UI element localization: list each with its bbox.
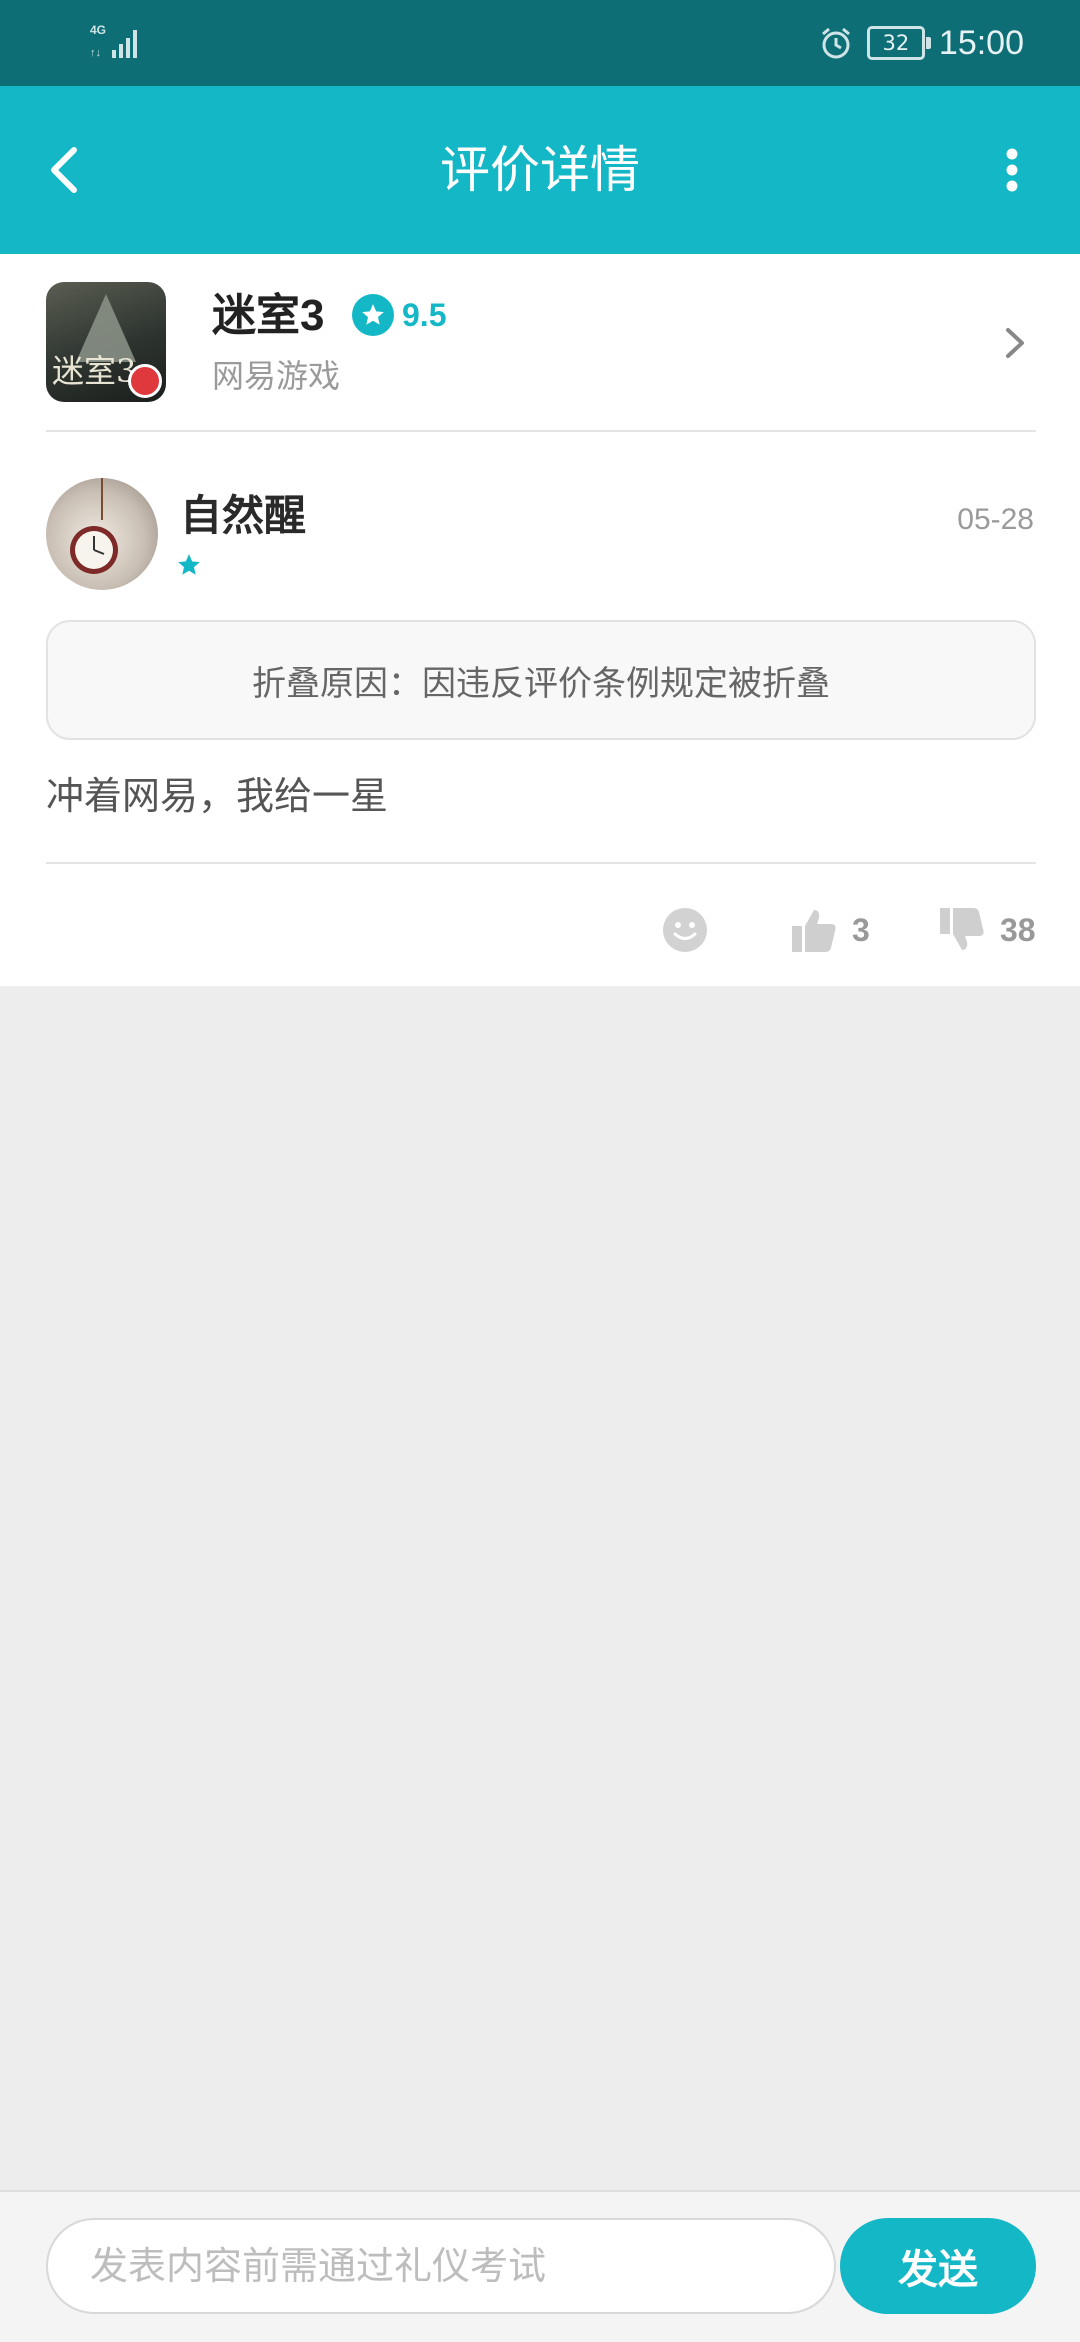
rating-value: 9.5 xyxy=(402,296,447,333)
game-name: 迷室3 xyxy=(212,291,325,340)
chevron-right-icon[interactable] xyxy=(996,318,1036,368)
page-title: 评价详情 xyxy=(440,142,640,198)
signal-icon: 4G ↑↓ xyxy=(90,23,137,59)
app-bar: 评价详情 xyxy=(0,86,1080,254)
like-button[interactable]: 3 xyxy=(790,890,870,970)
thumbs-down-icon xyxy=(940,908,984,950)
emoji-reaction-button[interactable] xyxy=(662,890,712,970)
clock-time: 15:00 xyxy=(938,23,1024,62)
like-count: 3 xyxy=(852,911,870,948)
game-icon-label: 迷室3 xyxy=(52,352,137,390)
battery-indicator: 32 xyxy=(866,26,931,60)
dislike-button[interactable]: 38 xyxy=(938,890,1036,970)
game-publisher: 网易游戏 xyxy=(212,357,341,395)
avatar[interactable] xyxy=(46,478,158,590)
send-button[interactable]: 发送 xyxy=(840,2218,1036,2314)
svg-text:↑↓: ↑↓ xyxy=(90,47,101,59)
review-actions: 3 38 xyxy=(0,890,1080,970)
more-vertical-icon[interactable] xyxy=(980,130,1044,210)
review-card: 迷室3 迷室3 9.5 网易游戏 自然醒 05-28 折叠原因：因违反评价条例规… xyxy=(0,254,1080,986)
game-info-row[interactable]: 迷室3 迷室3 9.5 网易游戏 xyxy=(46,282,1036,406)
thumbs-up-icon xyxy=(792,910,836,952)
review-content: 冲着网易，我给一星 xyxy=(46,774,389,818)
game-rating: 9.5 xyxy=(352,294,446,336)
fold-notice-text: 折叠原因：因违反评价条例规定被折叠 xyxy=(252,663,830,704)
netease-badge-icon xyxy=(128,364,162,398)
alarm-clock-icon xyxy=(821,27,850,59)
user-name[interactable]: 自然醒 xyxy=(180,488,306,544)
smiley-icon xyxy=(663,908,707,952)
comment-input[interactable] xyxy=(46,2218,836,2314)
comment-composer: 发送 xyxy=(0,2190,1080,2342)
divider xyxy=(46,430,1036,432)
divider xyxy=(46,862,1036,864)
fold-notice: 折叠原因：因违反评价条例规定被折叠 xyxy=(46,620,1036,740)
dislike-count: 38 xyxy=(1000,911,1036,948)
status-bar: 4G ↑↓ 32 15:00 xyxy=(0,0,1080,86)
review-date: 05-28 xyxy=(957,503,1034,536)
user-rating-star-icon xyxy=(178,554,200,575)
svg-text:4G: 4G xyxy=(90,23,106,37)
star-icon xyxy=(352,294,394,336)
game-icon[interactable]: 迷室3 xyxy=(46,282,166,402)
